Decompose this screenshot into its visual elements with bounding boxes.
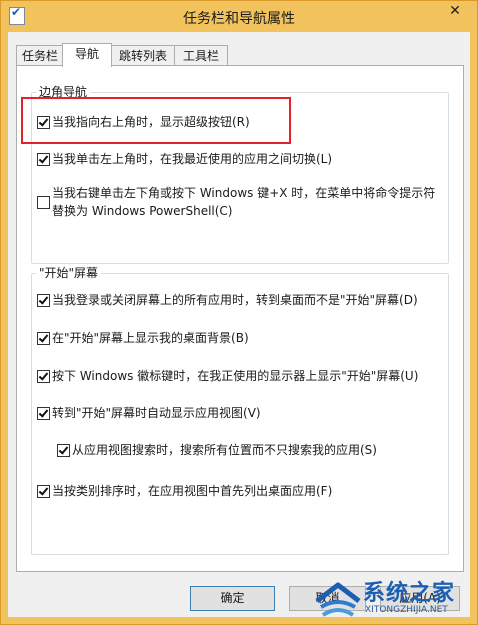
watermark-house-icon <box>315 582 361 617</box>
watermark-text: 系统之家 <box>363 581 456 606</box>
checkbox-desktop-apps-first[interactable] <box>37 485 50 498</box>
tab-toolbars[interactable]: 工具栏 <box>174 45 228 66</box>
watermark-url: XITONGZHIJIA.NET <box>365 605 448 615</box>
checkbox-switch-recent-apps[interactable] <box>37 153 50 166</box>
title-bar[interactable]: 任务栏和导航属性 ✕ <box>1 1 477 32</box>
watermark: 系统之家 XITONGZHIJIA.NET <box>313 575 478 625</box>
navigation-panel: 边角导航 当我指向右上角时，显示超级按钮(R) 当我单击左上角时，在我最近使用的… <box>16 65 464 572</box>
tab-jump-lists[interactable]: 跳转列表 <box>110 45 176 66</box>
tab-navigation[interactable]: 导航 <box>62 43 112 67</box>
label-desktop-apps-first: 当按类别排序时，在应用视图中首先列出桌面应用(F) <box>52 484 333 498</box>
tab-taskbar[interactable]: 任务栏 <box>16 45 64 66</box>
highlight-box <box>21 97 291 144</box>
label-windows-key-display: 按下 Windows 徽标键时，在我正使用的显示器上显示"开始"屏幕(U) <box>52 369 419 383</box>
start-screen-title: "开始"屏幕 <box>36 264 102 281</box>
ok-button[interactable]: 确定 <box>190 586 275 611</box>
close-button[interactable]: ✕ <box>438 1 472 21</box>
checkbox-windows-key-display[interactable] <box>37 370 50 383</box>
label-switch-recent-apps: 当我单击左上角时，在我最近使用的应用之间切换(L) <box>52 152 333 166</box>
window-title: 任务栏和导航属性 <box>183 11 295 27</box>
label-go-to-desktop: 当我登录或关闭屏幕上的所有应用时，转到桌面而不是"开始"屏幕(D) <box>52 293 418 307</box>
checkbox-powershell[interactable] <box>37 196 50 209</box>
label-desktop-background: 在"开始"屏幕上显示我的桌面背景(B) <box>52 331 249 345</box>
checkbox-search-everywhere[interactable] <box>57 444 70 457</box>
dialog-client: 任务栏 导航 跳转列表 工具栏 边角导航 当我指向右上角时，显示超级按钮(R) … <box>8 32 470 617</box>
label-search-everywhere: 从应用视图搜索时，搜索所有位置而不只搜索我的应用(S) <box>72 443 377 457</box>
label-powershell-line2: 替换为 Windows PowerShell(C) <box>52 204 233 218</box>
label-powershell-line1: 当我右键单击左下角或按下 Windows 键+X 时，在菜单中将命令提示符 <box>52 186 436 200</box>
checkbox-go-to-desktop[interactable] <box>37 294 50 307</box>
properties-window: 任务栏和导航属性 ✕ 任务栏 导航 跳转列表 工具栏 边角导航 当我指向右上角时… <box>0 0 478 625</box>
label-apps-view: 转到"开始"屏幕时自动显示应用视图(V) <box>52 406 261 420</box>
checkbox-desktop-background[interactable] <box>37 332 50 345</box>
checkbox-apps-view[interactable] <box>37 407 50 420</box>
